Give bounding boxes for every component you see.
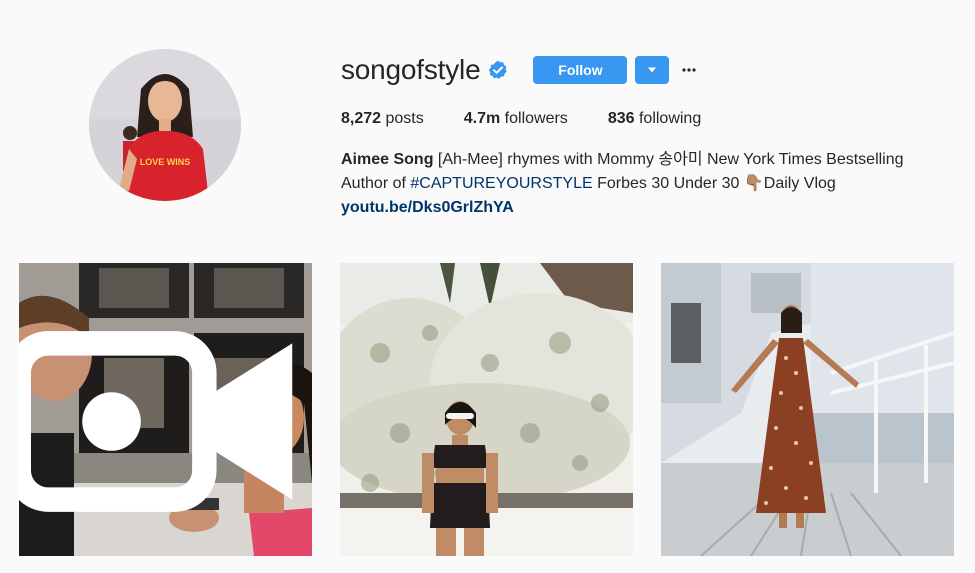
- video-icon: [19, 331, 293, 512]
- followers-count: 4.7m: [463, 110, 501, 127]
- bio-text-2: Author of: [341, 175, 411, 192]
- username: songofstyle: [341, 54, 481, 85]
- caret-down-icon: [648, 67, 657, 73]
- more-options-button[interactable]: [679, 56, 699, 84]
- avatar-image: LOVE WINS: [89, 49, 241, 201]
- bio-line-3: youtu.be/Dks0GrlZhYA: [341, 196, 941, 220]
- bio-external-link[interactable]: youtu.be/Dks0GrlZhYA: [341, 199, 514, 216]
- full-name: Aimee Song: [341, 151, 434, 168]
- post-thumbnail-2[interactable]: [340, 263, 633, 556]
- posts-label: posts: [385, 110, 424, 127]
- bio-text-3: Forbes 30 Under 30 👇🏽Daily Vlog: [592, 175, 836, 192]
- suggestions-dropdown-button[interactable]: [635, 56, 670, 84]
- post-thumbnail-3[interactable]: [661, 263, 954, 556]
- profile-stats: 8,272 posts 4.7m followers 836 following: [341, 108, 701, 130]
- profile-bio: Aimee Song [Ah-Mee] rhymes with Mommy 송아…: [341, 148, 941, 220]
- followers-stat[interactable]: 4.7m followers: [464, 108, 568, 130]
- follow-button[interactable]: Follow: [533, 56, 628, 84]
- more-options-icon: [682, 68, 697, 72]
- post-image-3: [661, 263, 954, 556]
- bio-text-1: [Ah-Mee] rhymes with Mommy 송아미 New York …: [433, 151, 904, 168]
- posts-count: 8,272: [341, 110, 382, 127]
- post-image-2: [340, 263, 633, 556]
- bio-hashtag-link[interactable]: #CAPTUREYOURSTYLE: [410, 175, 592, 192]
- following-count: 836: [607, 110, 635, 127]
- post-thumbnail-1[interactable]: [19, 263, 312, 556]
- avatar-shirt-text: LOVE WINS: [140, 157, 191, 167]
- followers-label: followers: [504, 110, 568, 127]
- profile-page: LOVE WINS songofstyle Follow 8,272 posts…: [0, 0, 975, 573]
- posts-stat: 8,272 posts: [341, 108, 424, 130]
- following-label: following: [638, 110, 702, 127]
- verified-badge-icon: [489, 60, 508, 79]
- bio-line-1: Aimee Song [Ah-Mee] rhymes with Mommy 송아…: [341, 148, 941, 172]
- profile-header-row: songofstyle Follow: [341, 52, 699, 88]
- following-stat[interactable]: 836 following: [608, 108, 701, 130]
- bio-line-2: Author of #CAPTUREYOURSTYLE Forbes 30 Un…: [341, 172, 941, 196]
- profile-avatar[interactable]: LOVE WINS: [89, 49, 241, 201]
